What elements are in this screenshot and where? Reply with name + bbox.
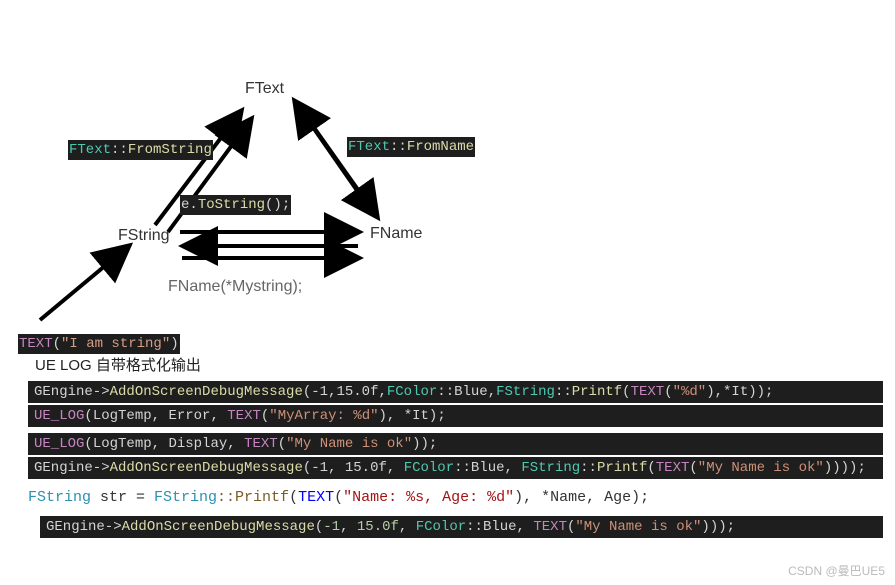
section-title: UE LOG 自带格式化输出	[35, 354, 895, 375]
conversion-diagram: FText FString FName FText::FromString FT…	[0, 0, 895, 350]
code-line-3: UE_LOG(LogTemp, Display, TEXT("My Name i…	[28, 433, 883, 455]
node-ftext: FText	[245, 80, 284, 98]
code-line-4: GEngine->AddOnScreenDebugMessage(-1, 15.…	[28, 457, 883, 479]
label-text-macro-example: TEXT("I am string")	[18, 334, 180, 354]
code-block-2: UE_LOG(LogTemp, Display, TEXT("My Name i…	[0, 433, 895, 479]
label-ftext-fromstring: FText::FromString	[68, 140, 213, 160]
label-tostring: e.ToString();	[180, 195, 291, 215]
code-line-5: FString str = FString::Printf(TEXT("Name…	[28, 489, 883, 506]
code-line-2: UE_LOG(LogTemp, Error, TEXT("MyArray: %d…	[28, 405, 883, 427]
code-block-1: GEngine->AddOnScreenDebugMessage(-1,15.0…	[0, 381, 895, 427]
code-line-6: GEngine->AddOnScreenDebugMessage(-1, 15.…	[40, 516, 883, 538]
watermark: CSDN @曼巴UE5	[788, 562, 885, 579]
code-line-1: GEngine->AddOnScreenDebugMessage(-1,15.0…	[28, 381, 883, 403]
arrows-svg	[0, 0, 895, 350]
label-ftext-fromname: FText::FromName	[347, 137, 475, 157]
node-fname: FName	[370, 225, 422, 243]
code-block-3: GEngine->AddOnScreenDebugMessage(-1, 15.…	[0, 516, 895, 538]
label-fname-constructor: FName(*Mystring);	[168, 278, 302, 296]
node-fstring: FString	[118, 227, 170, 245]
